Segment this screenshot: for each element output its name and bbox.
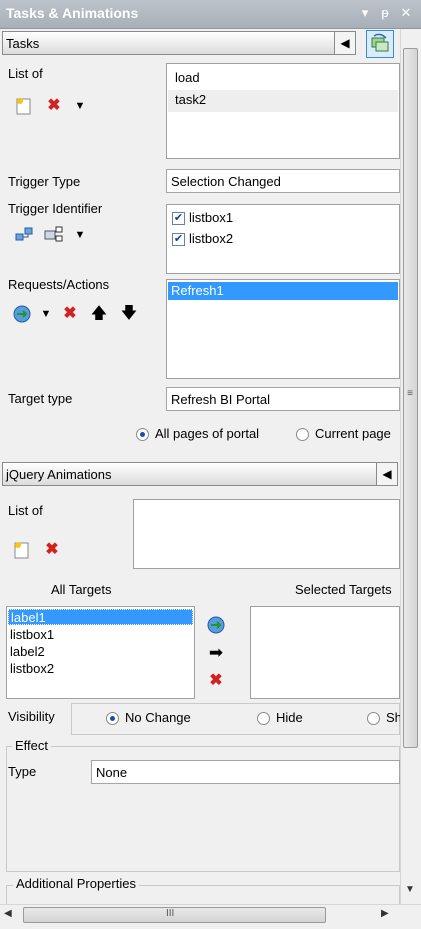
trigger-type-label: Trigger Type xyxy=(8,174,81,189)
list-item-selected[interactable]: Refresh1 xyxy=(168,282,398,300)
scroll-down-arrow-icon[interactable]: ▼ xyxy=(401,884,419,895)
collapse-arrow-icon[interactable]: ◀ xyxy=(376,463,397,485)
pin-icon[interactable]: ᵽ xyxy=(377,5,393,21)
refresh-tasks-button[interactable] xyxy=(366,30,394,58)
listbox2-checkbox[interactable]: ✔ xyxy=(172,233,185,246)
all-pages-radio[interactable] xyxy=(136,428,149,441)
effect-type-dropdown[interactable]: None xyxy=(91,760,400,784)
tasks-section-title: Tasks xyxy=(6,36,40,51)
delete-animation-icon[interactable]: ✖ xyxy=(42,540,62,560)
tasks-list[interactable]: load task2 xyxy=(166,63,400,159)
scroll-left-arrow-icon[interactable]: ◀ xyxy=(4,908,12,919)
effect-type-value: None xyxy=(96,765,128,780)
move-down-arrow-icon[interactable]: 🡇 xyxy=(119,304,139,324)
trigger-identifier-label: Trigger Identifier xyxy=(8,201,103,216)
horizontal-scrollbar-thumb[interactable]: III xyxy=(23,907,326,923)
target-type-value: Refresh BI Portal xyxy=(171,392,270,407)
selected-targets-list[interactable] xyxy=(250,606,400,699)
move-up-arrow-icon[interactable]: 🡅 xyxy=(89,304,109,324)
all-pages-label: All pages of portal xyxy=(155,426,260,441)
no-change-radio[interactable] xyxy=(106,712,119,725)
new-animation-icon[interactable] xyxy=(12,540,32,560)
target-type-label: Target type xyxy=(8,391,73,406)
add-target-icon[interactable] xyxy=(206,615,226,635)
effect-group-label: Effect xyxy=(12,738,52,753)
current-page-radio[interactable] xyxy=(296,428,309,441)
visibility-label: Visibility xyxy=(8,709,55,724)
animations-list-of-label: List of xyxy=(8,503,43,518)
no-change-label: No Change xyxy=(125,710,191,725)
trigger-type-value: Selection Changed xyxy=(171,174,281,189)
collapse-arrow-icon[interactable]: ◀ xyxy=(334,32,355,54)
hide-label: Hide xyxy=(276,710,303,725)
more-options-chevron-down-icon[interactable]: ▼ xyxy=(70,96,90,116)
move-right-arrow-icon[interactable]: ➡ xyxy=(206,643,226,663)
delete-action-icon[interactable]: ✖ xyxy=(60,304,80,324)
target-type-dropdown[interactable]: Refresh BI Portal xyxy=(166,387,400,411)
list-item[interactable]: listbox2 xyxy=(10,661,54,676)
list-item: listbox1 xyxy=(189,210,234,225)
jquery-animations-section-header[interactable]: jQuery Animations ◀ xyxy=(2,462,398,486)
show-label: Sh xyxy=(386,710,400,725)
show-radio[interactable] xyxy=(367,712,380,725)
list-item-selected[interactable]: label1 xyxy=(8,609,193,625)
list-of-label: List of xyxy=(8,66,43,81)
all-targets-list[interactable]: label1 listbox1 label2 listbox2 xyxy=(6,606,195,699)
list-item: listbox2 xyxy=(189,231,234,246)
list-item-label: Refresh1 xyxy=(171,283,224,298)
all-targets-label: All Targets xyxy=(51,582,112,597)
identifier-options-chevron-down-icon[interactable]: ▼ xyxy=(70,225,90,245)
close-icon[interactable]: ✕ xyxy=(398,5,414,21)
identifier-tree-icon[interactable] xyxy=(44,225,64,245)
listbox1-checkbox[interactable]: ✔ xyxy=(172,212,185,225)
list-item-label: label1 xyxy=(11,610,46,625)
scroll-grip: III xyxy=(166,908,175,919)
panel-content: Tasks ◀ List of ✖ ▼ load task2 Trigger T… xyxy=(0,29,400,904)
trigger-identifier-list[interactable]: ✔ listbox1 ✔ listbox2 xyxy=(166,204,400,274)
requests-actions-label: Requests/Actions xyxy=(8,277,110,292)
hide-radio[interactable] xyxy=(257,712,270,725)
trigger-type-dropdown[interactable]: Selection Changed xyxy=(166,169,400,193)
window-title: Tasks & Animations xyxy=(6,5,139,21)
list-item[interactable]: task2 xyxy=(175,92,206,107)
scroll-grip-icon: ≡ xyxy=(407,388,413,399)
list-item[interactable]: listbox1 xyxy=(10,627,54,642)
add-identifier-icon[interactable] xyxy=(14,225,34,245)
scroll-right-arrow-icon[interactable]: ▶ xyxy=(381,908,389,919)
effect-type-label: Type xyxy=(8,764,37,779)
jquery-section-title: jQuery Animations xyxy=(6,467,112,482)
action-options-chevron-down-icon[interactable]: ▼ xyxy=(36,304,56,324)
selected-targets-label: Selected Targets xyxy=(295,582,392,597)
tasks-sync-icon xyxy=(371,33,389,52)
additional-properties-label: Additional Properties xyxy=(13,876,139,891)
add-action-icon[interactable] xyxy=(12,304,32,324)
delete-task-icon[interactable]: ✖ xyxy=(44,96,64,116)
list-item[interactable]: label2 xyxy=(10,644,45,659)
visibility-group xyxy=(71,703,400,735)
list-item[interactable]: load xyxy=(175,70,200,85)
new-task-icon[interactable] xyxy=(14,96,34,116)
dropdown-menu-icon[interactable]: ▾ xyxy=(357,5,373,21)
animations-list[interactable] xyxy=(133,499,400,569)
requests-actions-list[interactable]: Refresh1 xyxy=(166,279,400,379)
remove-target-icon[interactable]: ✖ xyxy=(206,671,226,691)
window-titlebar: Tasks & Animations ▾ ᵽ ✕ xyxy=(0,0,421,29)
current-page-label: Current page xyxy=(315,426,391,441)
tasks-section-header[interactable]: Tasks ◀ xyxy=(2,31,356,55)
